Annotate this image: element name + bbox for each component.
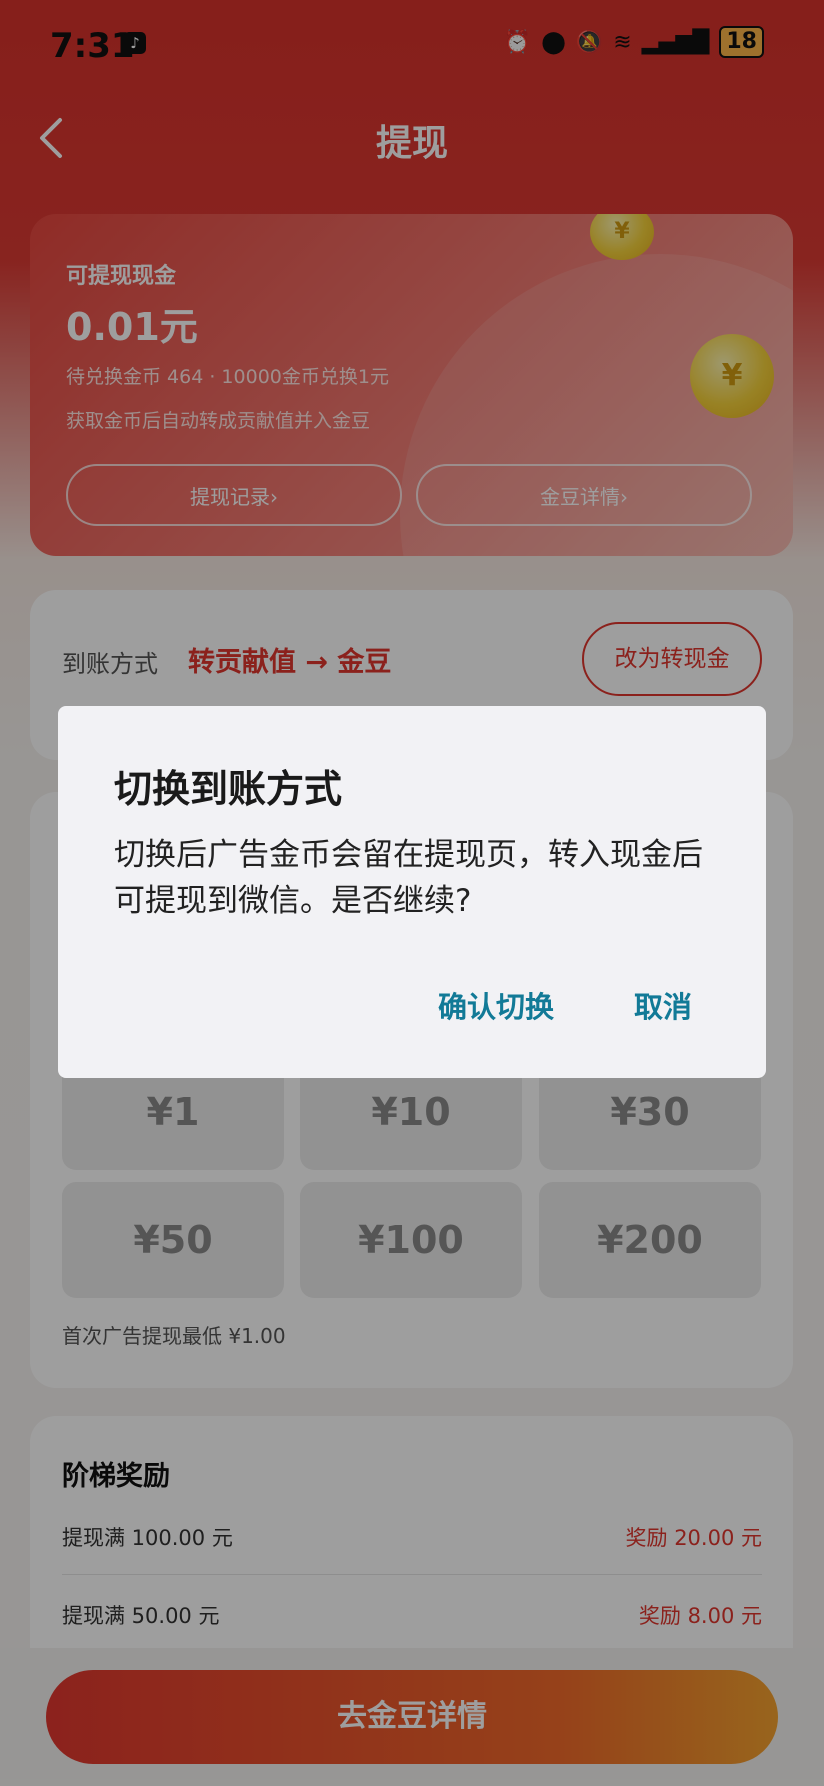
switch-method-dialog: 切换到账方式 切换后广告金币会留在提现页，转入现金后可提现到微信。是否继续? 确… — [58, 706, 766, 1078]
confirm-switch-button[interactable]: 确认切换 — [438, 984, 554, 1026]
cancel-button[interactable]: 取消 — [634, 984, 692, 1026]
dialog-message: 切换后广告金币会留在提现页，转入现金后可提现到微信。是否继续? — [114, 837, 703, 919]
dialog-title: 切换到账方式 — [114, 767, 343, 811]
